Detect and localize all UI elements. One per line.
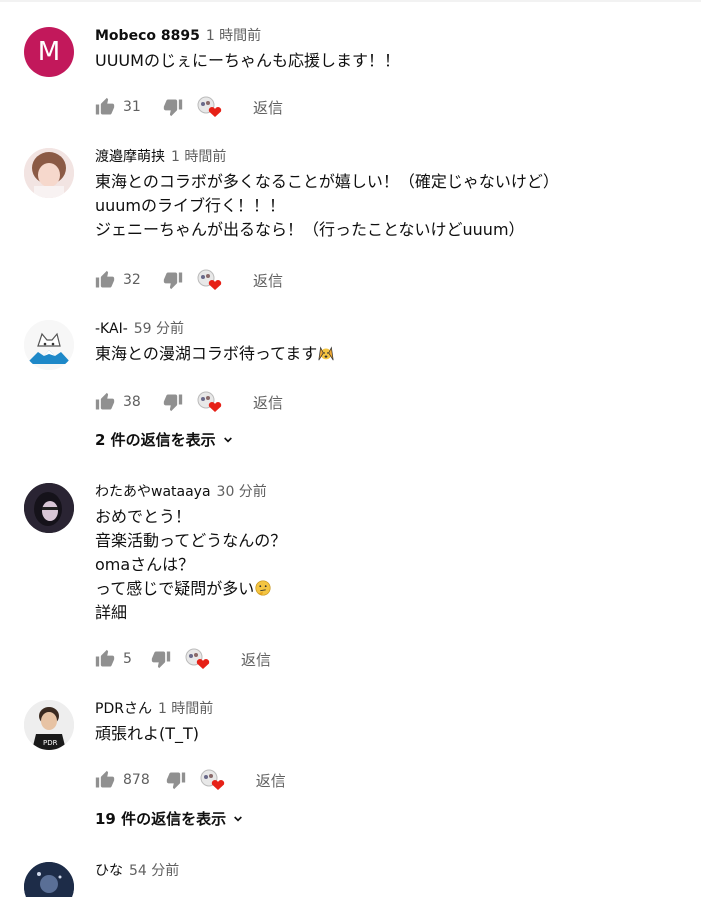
avatar[interactable]: M xyxy=(24,27,74,77)
comment-time[interactable]: 30 分前 xyxy=(217,484,267,500)
thumb-down-icon[interactable] xyxy=(163,270,183,290)
comment-actions: 5 返信 xyxy=(95,647,271,671)
comment-thread: -KAI- 59 分前 東海との漫湖コラボ待ってます 38 返信 2 件の返信を表… xyxy=(24,320,684,452)
comment-body: -KAI- 59 分前 東海との漫湖コラボ待ってます 38 返信 2 件の返信を表… xyxy=(95,320,685,449)
comment-actions: 878 返信 xyxy=(95,768,286,792)
comment-actions: 31 返信 xyxy=(95,95,283,119)
creator-heart-icon xyxy=(185,648,211,670)
thumb-down-icon[interactable] xyxy=(166,770,186,790)
comment-line: 東海とのコラボが多くなることが嬉しい！（確定じゃないけど） xyxy=(95,172,559,191)
thumb-down-icon[interactable] xyxy=(163,392,183,412)
comment-author[interactable]: ひな xyxy=(95,863,123,879)
comment-author[interactable]: PDRさん xyxy=(95,701,152,717)
comment-actions: 32 返信 xyxy=(95,268,283,292)
avatar[interactable] xyxy=(24,148,74,198)
like-count: 5 xyxy=(123,651,132,667)
view-replies-label: 2 件の返信を表示 xyxy=(95,431,216,449)
thinking-face-emoji-icon xyxy=(255,580,271,596)
chevron-down-icon xyxy=(223,436,232,442)
comment-text: 頑張れよ(T_T) xyxy=(95,722,685,746)
view-replies-button[interactable]: 19 件の返信を表示 xyxy=(95,808,246,829)
comment-line: 頑張れよ(T_T) xyxy=(95,724,200,743)
svg-text:PDR: PDR xyxy=(43,739,58,747)
like-count: 878 xyxy=(123,772,150,788)
comment-text: UUUMのじぇにーちゃんも応援します！！ xyxy=(95,49,685,73)
thumb-down-icon[interactable] xyxy=(163,97,183,117)
reply-button[interactable]: 返信 xyxy=(253,270,283,291)
comment-header: ひな 54 分前 xyxy=(95,862,685,880)
reply-button[interactable]: 返信 xyxy=(253,97,283,118)
comment-body: わたあやwataaya 30 分前 おめでとう！ 音楽活動ってどうなんの？ oma… xyxy=(95,483,685,669)
thumb-down-icon[interactable] xyxy=(151,649,171,669)
top-divider xyxy=(0,0,701,2)
comment-line: 音楽活動ってどうなんの？ xyxy=(95,531,287,550)
like-count: 38 xyxy=(123,394,141,410)
creator-heart-icon xyxy=(197,391,223,413)
thumb-up-icon[interactable] xyxy=(95,392,115,412)
comment-author[interactable]: 渡邉摩萌挟 xyxy=(95,149,165,165)
comment-thread: ひな 54 分前 xyxy=(24,862,684,897)
avatar[interactable] xyxy=(24,483,74,533)
comment-header: 渡邉摩萌挟 1 時間前 xyxy=(95,148,685,166)
creator-heart-icon xyxy=(197,269,223,291)
thumb-up-icon[interactable] xyxy=(95,97,115,117)
comment-line-text: って感じで疑問が多い xyxy=(95,579,255,598)
avatar[interactable]: PDR xyxy=(24,700,74,750)
comment-text: おめでとう！ 音楽活動ってどうなんの？ omaさんは？ って感じで疑問が多い 詳… xyxy=(95,505,685,625)
comment-author[interactable]: Mobeco 8895 xyxy=(95,28,200,44)
creator-heart-icon xyxy=(200,769,226,791)
comment-author[interactable]: -KAI- xyxy=(95,321,128,337)
reply-button[interactable]: 返信 xyxy=(256,770,286,791)
comment-time[interactable]: 1 時間前 xyxy=(206,28,261,44)
comment-line: 東海との漫湖コラボ待ってます xyxy=(95,344,318,363)
chevron-down-icon xyxy=(234,815,243,821)
reply-button[interactable]: 返信 xyxy=(253,392,283,413)
view-replies-label: 19 件の返信を表示 xyxy=(95,810,227,828)
comment-time[interactable]: 1 時間前 xyxy=(158,701,213,717)
comment-header: PDRさん 1 時間前 xyxy=(95,700,685,718)
comment-header: Mobeco 8895 1 時間前 xyxy=(95,27,685,45)
comment-time[interactable]: 1 時間前 xyxy=(171,149,226,165)
comment-line: ジェニーちゃんが出るなら！（行ったことないけどuuum） xyxy=(95,220,525,239)
avatar[interactable] xyxy=(24,862,74,897)
comment-body: ひな 54 分前 xyxy=(95,862,685,880)
avatar[interactable] xyxy=(24,320,74,370)
comment-body: Mobeco 8895 1 時間前 UUUMのじぇにーちゃんも応援します！！ 31… xyxy=(95,27,685,117)
creator-heart-icon xyxy=(197,96,223,118)
comment-thread: M Mobeco 8895 1 時間前 UUUMのじぇにーちゃんも応援します！！ … xyxy=(24,27,684,127)
like-count: 31 xyxy=(123,99,141,115)
comment-thread: 渡邉摩萌挟 1 時間前 東海とのコラボが多くなることが嬉しい！（確定じゃないけど）… xyxy=(24,148,684,298)
thumb-up-icon[interactable] xyxy=(95,270,115,290)
comment-text: 東海とのコラボが多くなることが嬉しい！（確定じゃないけど） uuumのライブ行く… xyxy=(95,170,685,242)
comment-line: って感じで疑問が多い xyxy=(95,577,685,601)
thumb-up-icon[interactable] xyxy=(95,770,115,790)
comment-line: omaさんは？ xyxy=(95,555,195,574)
comment-thread: PDR PDRさん 1 時間前 頑張れよ(T_T) 878 返信 19 件の返信を… xyxy=(24,700,684,835)
comment-body: 渡邉摩萌挟 1 時間前 東海とのコラボが多くなることが嬉しい！（確定じゃないけど）… xyxy=(95,148,685,290)
read-more-link[interactable]: 詳細 xyxy=(95,601,685,625)
comment-line: おめでとう！ xyxy=(95,507,192,526)
comment-line: UUUMのじぇにーちゃんも応援します！！ xyxy=(95,51,400,70)
comment-time[interactable]: 54 分前 xyxy=(129,863,179,879)
comment-line: uuumのライブ行く！！！ xyxy=(95,196,286,215)
comment-thread: わたあやwataaya 30 分前 おめでとう！ 音楽活動ってどうなんの？ oma… xyxy=(24,483,684,678)
like-count: 32 xyxy=(123,272,141,288)
thumb-up-icon[interactable] xyxy=(95,649,115,669)
comment-time[interactable]: 59 分前 xyxy=(134,321,184,337)
comment-text: 東海との漫湖コラボ待ってます xyxy=(95,342,685,366)
comment-header: -KAI- 59 分前 xyxy=(95,320,685,338)
reply-button[interactable]: 返信 xyxy=(241,649,271,670)
raising-hands-emoji-icon xyxy=(318,346,334,361)
comment-actions: 38 返信 xyxy=(95,390,283,414)
comment-author[interactable]: わたあやwataaya xyxy=(95,484,211,500)
comment-body: PDRさん 1 時間前 頑張れよ(T_T) 878 返信 19 件の返信を表示 xyxy=(95,700,685,828)
comment-header: わたあやwataaya 30 分前 xyxy=(95,483,685,501)
view-replies-button[interactable]: 2 件の返信を表示 xyxy=(95,429,236,450)
